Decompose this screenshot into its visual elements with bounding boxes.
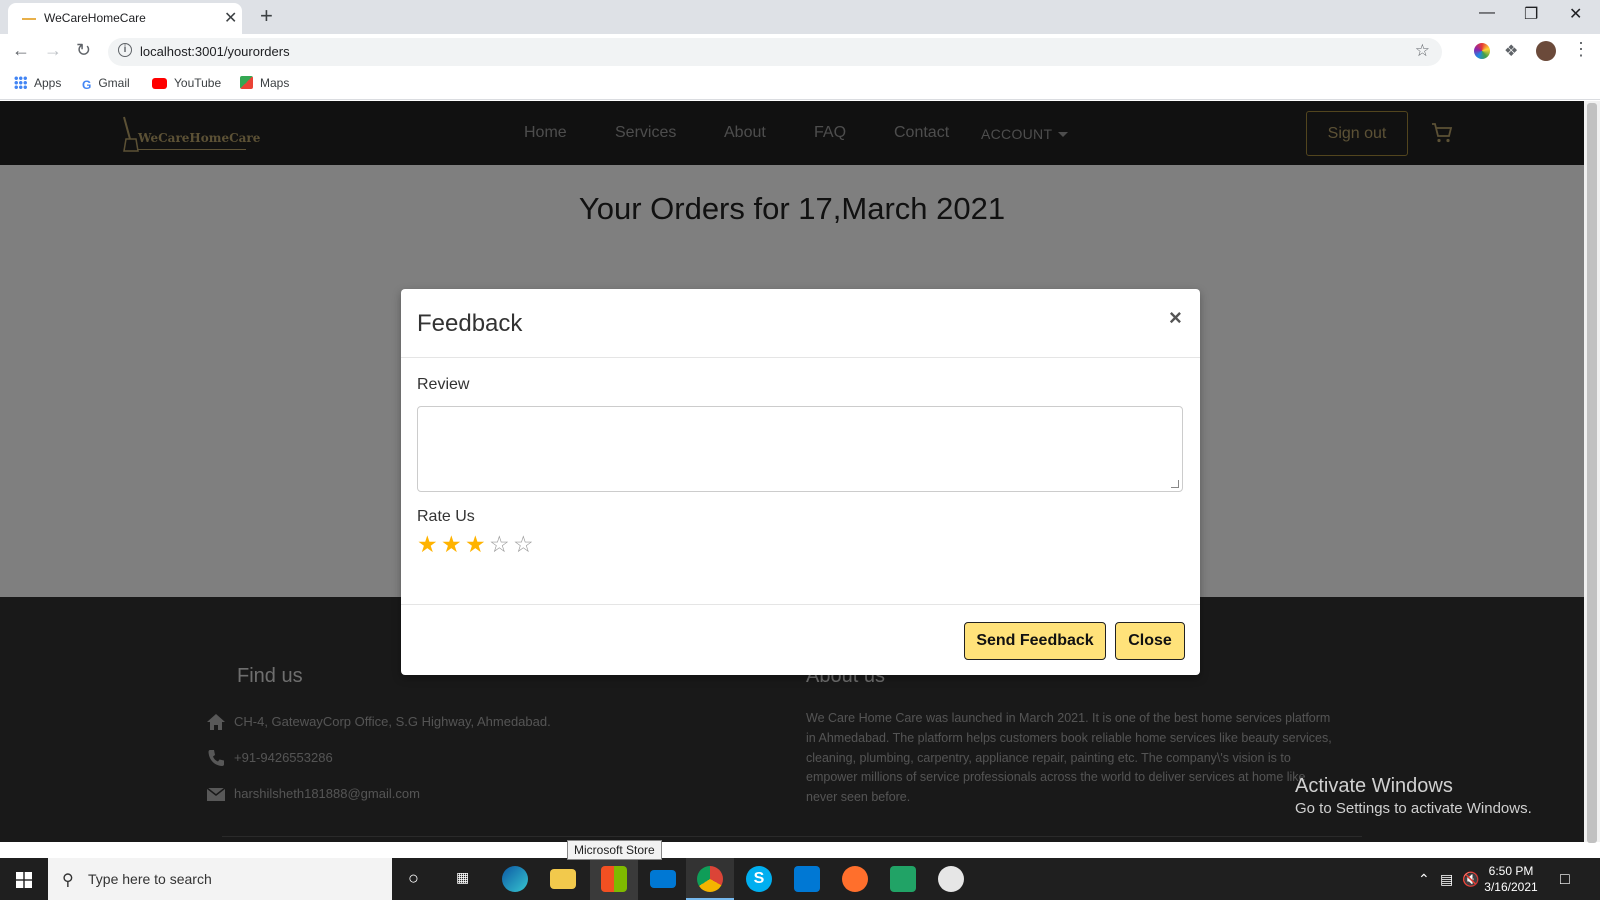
search-icon: ⚲ — [62, 872, 74, 889]
activate-title: Activate Windows — [1295, 775, 1453, 797]
taskbar-search[interactable]: ⚲ Type here to search — [48, 858, 392, 900]
star-rating[interactable]: ★ ★ ★ ☆ ☆ — [417, 532, 537, 556]
task-view-icon[interactable]: ▦ — [456, 869, 469, 886]
tab-close-icon[interactable]: ✕ — [224, 8, 237, 28]
clock-date: 3/16/2021 — [1484, 880, 1538, 894]
google-g-icon: G — [82, 78, 92, 92]
address-bar[interactable]: i localhost:3001/yourorders ☆ — [108, 38, 1442, 66]
edge-icon[interactable] — [502, 866, 528, 892]
browser-tab[interactable]: WeCareHomeCare ✕ — [8, 3, 242, 34]
window-close-icon[interactable]: ✕ — [1569, 4, 1582, 24]
rate-us-label: Rate Us — [417, 508, 475, 525]
notification-icon[interactable]: □ — [1560, 871, 1570, 889]
bookmark-maps[interactable]: Maps — [240, 76, 289, 90]
profile-avatar-icon[interactable] — [1536, 41, 1556, 61]
maps-pin-icon — [240, 76, 253, 89]
send-feedback-button[interactable]: Send Feedback — [964, 622, 1106, 660]
taskbar-clock[interactable]: 6:50 PM 3/16/2021 — [1476, 863, 1546, 895]
windows-start-icon[interactable] — [16, 872, 32, 888]
file-explorer-icon[interactable] — [550, 869, 576, 889]
star-filled-icon[interactable]: ★ — [441, 532, 465, 556]
tab-title: WeCareHomeCare — [44, 11, 146, 25]
skype-icon[interactable]: S — [746, 866, 772, 892]
star-filled-icon[interactable]: ★ — [465, 532, 489, 556]
star-empty-icon[interactable]: ☆ — [489, 532, 513, 556]
tab-favicon-icon — [22, 18, 36, 20]
reload-icon[interactable]: ↻ — [76, 40, 91, 61]
activate-subtitle: Go to Settings to activate Windows. — [1295, 800, 1532, 817]
app-icon[interactable] — [938, 866, 964, 892]
bookmark-youtube[interactable]: YouTube — [152, 76, 221, 90]
network-icon[interactable]: ▤ — [1440, 871, 1453, 888]
forward-icon[interactable]: → — [44, 40, 62, 61]
vscode-icon[interactable] — [794, 866, 820, 892]
bookmarks-bar: Apps G Gmail YouTube Maps — [0, 70, 1600, 100]
activate-windows-watermark: Activate Windows Go to Settings to activ… — [1295, 775, 1532, 817]
modal-header: Feedback × — [401, 289, 1200, 358]
restore-icon[interactable]: ❐ — [1524, 4, 1538, 24]
extensions-puzzle-icon[interactable]: ❖ — [1504, 41, 1518, 61]
chrome-icon[interactable] — [697, 866, 723, 892]
minimize-icon[interactable]: — — [1479, 4, 1495, 22]
textarea-resize-handle[interactable] — [1171, 480, 1179, 488]
bookmark-star-icon[interactable]: ☆ — [1415, 41, 1430, 61]
bookmark-apps[interactable]: Apps — [14, 76, 61, 90]
apps-grid-icon — [14, 76, 27, 89]
review-textarea[interactable] — [417, 406, 1183, 492]
scrollbar-thumb[interactable] — [1587, 103, 1597, 843]
bookmark-gmail[interactable]: G Gmail — [82, 76, 130, 92]
excel-icon[interactable] — [890, 866, 916, 892]
chrome-menu-icon[interactable]: ⋮ — [1572, 39, 1590, 60]
url-text[interactable]: localhost:3001/yourorders — [140, 44, 290, 59]
mail-app-icon[interactable] — [650, 870, 676, 888]
modal-close-icon[interactable]: × — [1169, 305, 1182, 331]
taskbar-tooltip: Microsoft Store — [567, 840, 662, 860]
clock-time: 6:50 PM — [1488, 864, 1534, 878]
microsoft-store-icon[interactable] — [601, 866, 627, 892]
browser-tab-bar: WeCareHomeCare ✕ + — ❐ ✕ — [0, 0, 1600, 34]
new-tab-button[interactable]: + — [260, 3, 273, 29]
page-scrollbar[interactable] — [1584, 101, 1600, 843]
windows-taskbar: ⚲ Type here to search ○ ▦ S ⌃ ▤ 🔇 6:50 P… — [0, 858, 1600, 900]
star-filled-icon[interactable]: ★ — [417, 532, 441, 556]
back-icon[interactable]: ← — [12, 40, 30, 61]
site-info-icon[interactable]: i — [118, 43, 132, 57]
browser-toolbar: ← → ↻ i localhost:3001/yourorders ☆ ❖ ⋮ — [0, 34, 1600, 70]
tray-chevron-icon[interactable]: ⌃ — [1418, 871, 1430, 888]
modal-footer: Send Feedback Close — [401, 604, 1200, 675]
youtube-icon — [152, 78, 167, 89]
close-button[interactable]: Close — [1115, 622, 1185, 660]
feedback-modal: Feedback × Review Rate Us ★ ★ ★ ☆ ☆ Send Fee… — [401, 289, 1200, 675]
postman-icon[interactable] — [842, 866, 868, 892]
color-extension-icon[interactable] — [1474, 43, 1490, 59]
taskbar-search-text: Type here to search — [88, 871, 212, 887]
star-empty-icon[interactable]: ☆ — [513, 532, 537, 556]
cortana-icon[interactable]: ○ — [408, 868, 419, 889]
modal-title: Feedback — [417, 310, 523, 337]
review-label: Review — [417, 376, 470, 393]
